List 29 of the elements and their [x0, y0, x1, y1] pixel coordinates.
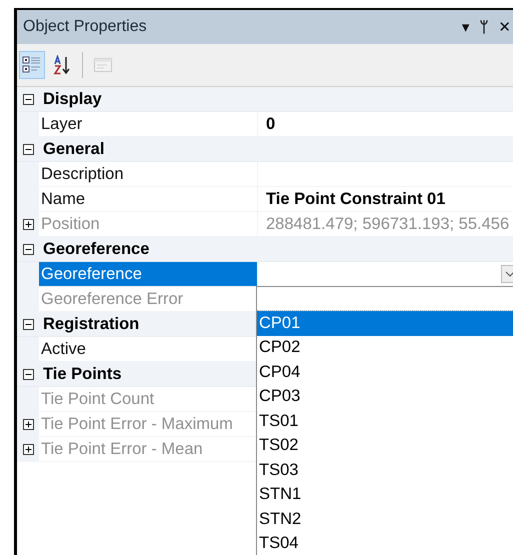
property-label[interactable]: Description: [39, 162, 258, 186]
list-option[interactable]: CP02: [257, 336, 513, 360]
category-label[interactable]: Display: [43, 90, 102, 108]
categorized-button[interactable]: [19, 51, 45, 79]
list-option[interactable]: STN1: [257, 482, 513, 507]
category-label[interactable]: Georeference: [43, 240, 150, 258]
property-label[interactable]: Name: [39, 187, 258, 211]
list-option[interactable]: TS01: [257, 409, 513, 434]
list-option[interactable]: TS03: [257, 458, 513, 482]
list-option[interactable]: CP03: [257, 384, 513, 409]
window-title: Object Properties: [23, 18, 147, 36]
property-value: 0: [266, 114, 276, 134]
property-value: Tie Point Constraint 01: [266, 190, 446, 208]
close-button[interactable]: ✕: [498, 18, 511, 36]
property-value: 288481.479; 596731.193; 55.456: [266, 214, 510, 234]
pin-button[interactable]: ᛘ: [479, 18, 488, 36]
property-label[interactable]: Layer: [39, 112, 258, 136]
dropdown-button[interactable]: ▾: [462, 18, 470, 36]
category-label[interactable]: Registration: [43, 314, 140, 334]
chevron-down-icon: [505, 271, 513, 277]
category-label[interactable]: Tie Points: [43, 364, 122, 384]
property-pages-icon: [93, 55, 113, 75]
category-label[interactable]: General: [43, 140, 104, 158]
list-option[interactable]: STN2: [257, 507, 513, 532]
list-option[interactable]: CP01: [257, 311, 513, 336]
list-option[interactable]: TS02: [257, 434, 513, 458]
list-option[interactable]: CP04: [257, 360, 513, 384]
list-option[interactable]: TS04: [257, 532, 513, 555]
property-label[interactable]: Georeference: [39, 262, 258, 286]
